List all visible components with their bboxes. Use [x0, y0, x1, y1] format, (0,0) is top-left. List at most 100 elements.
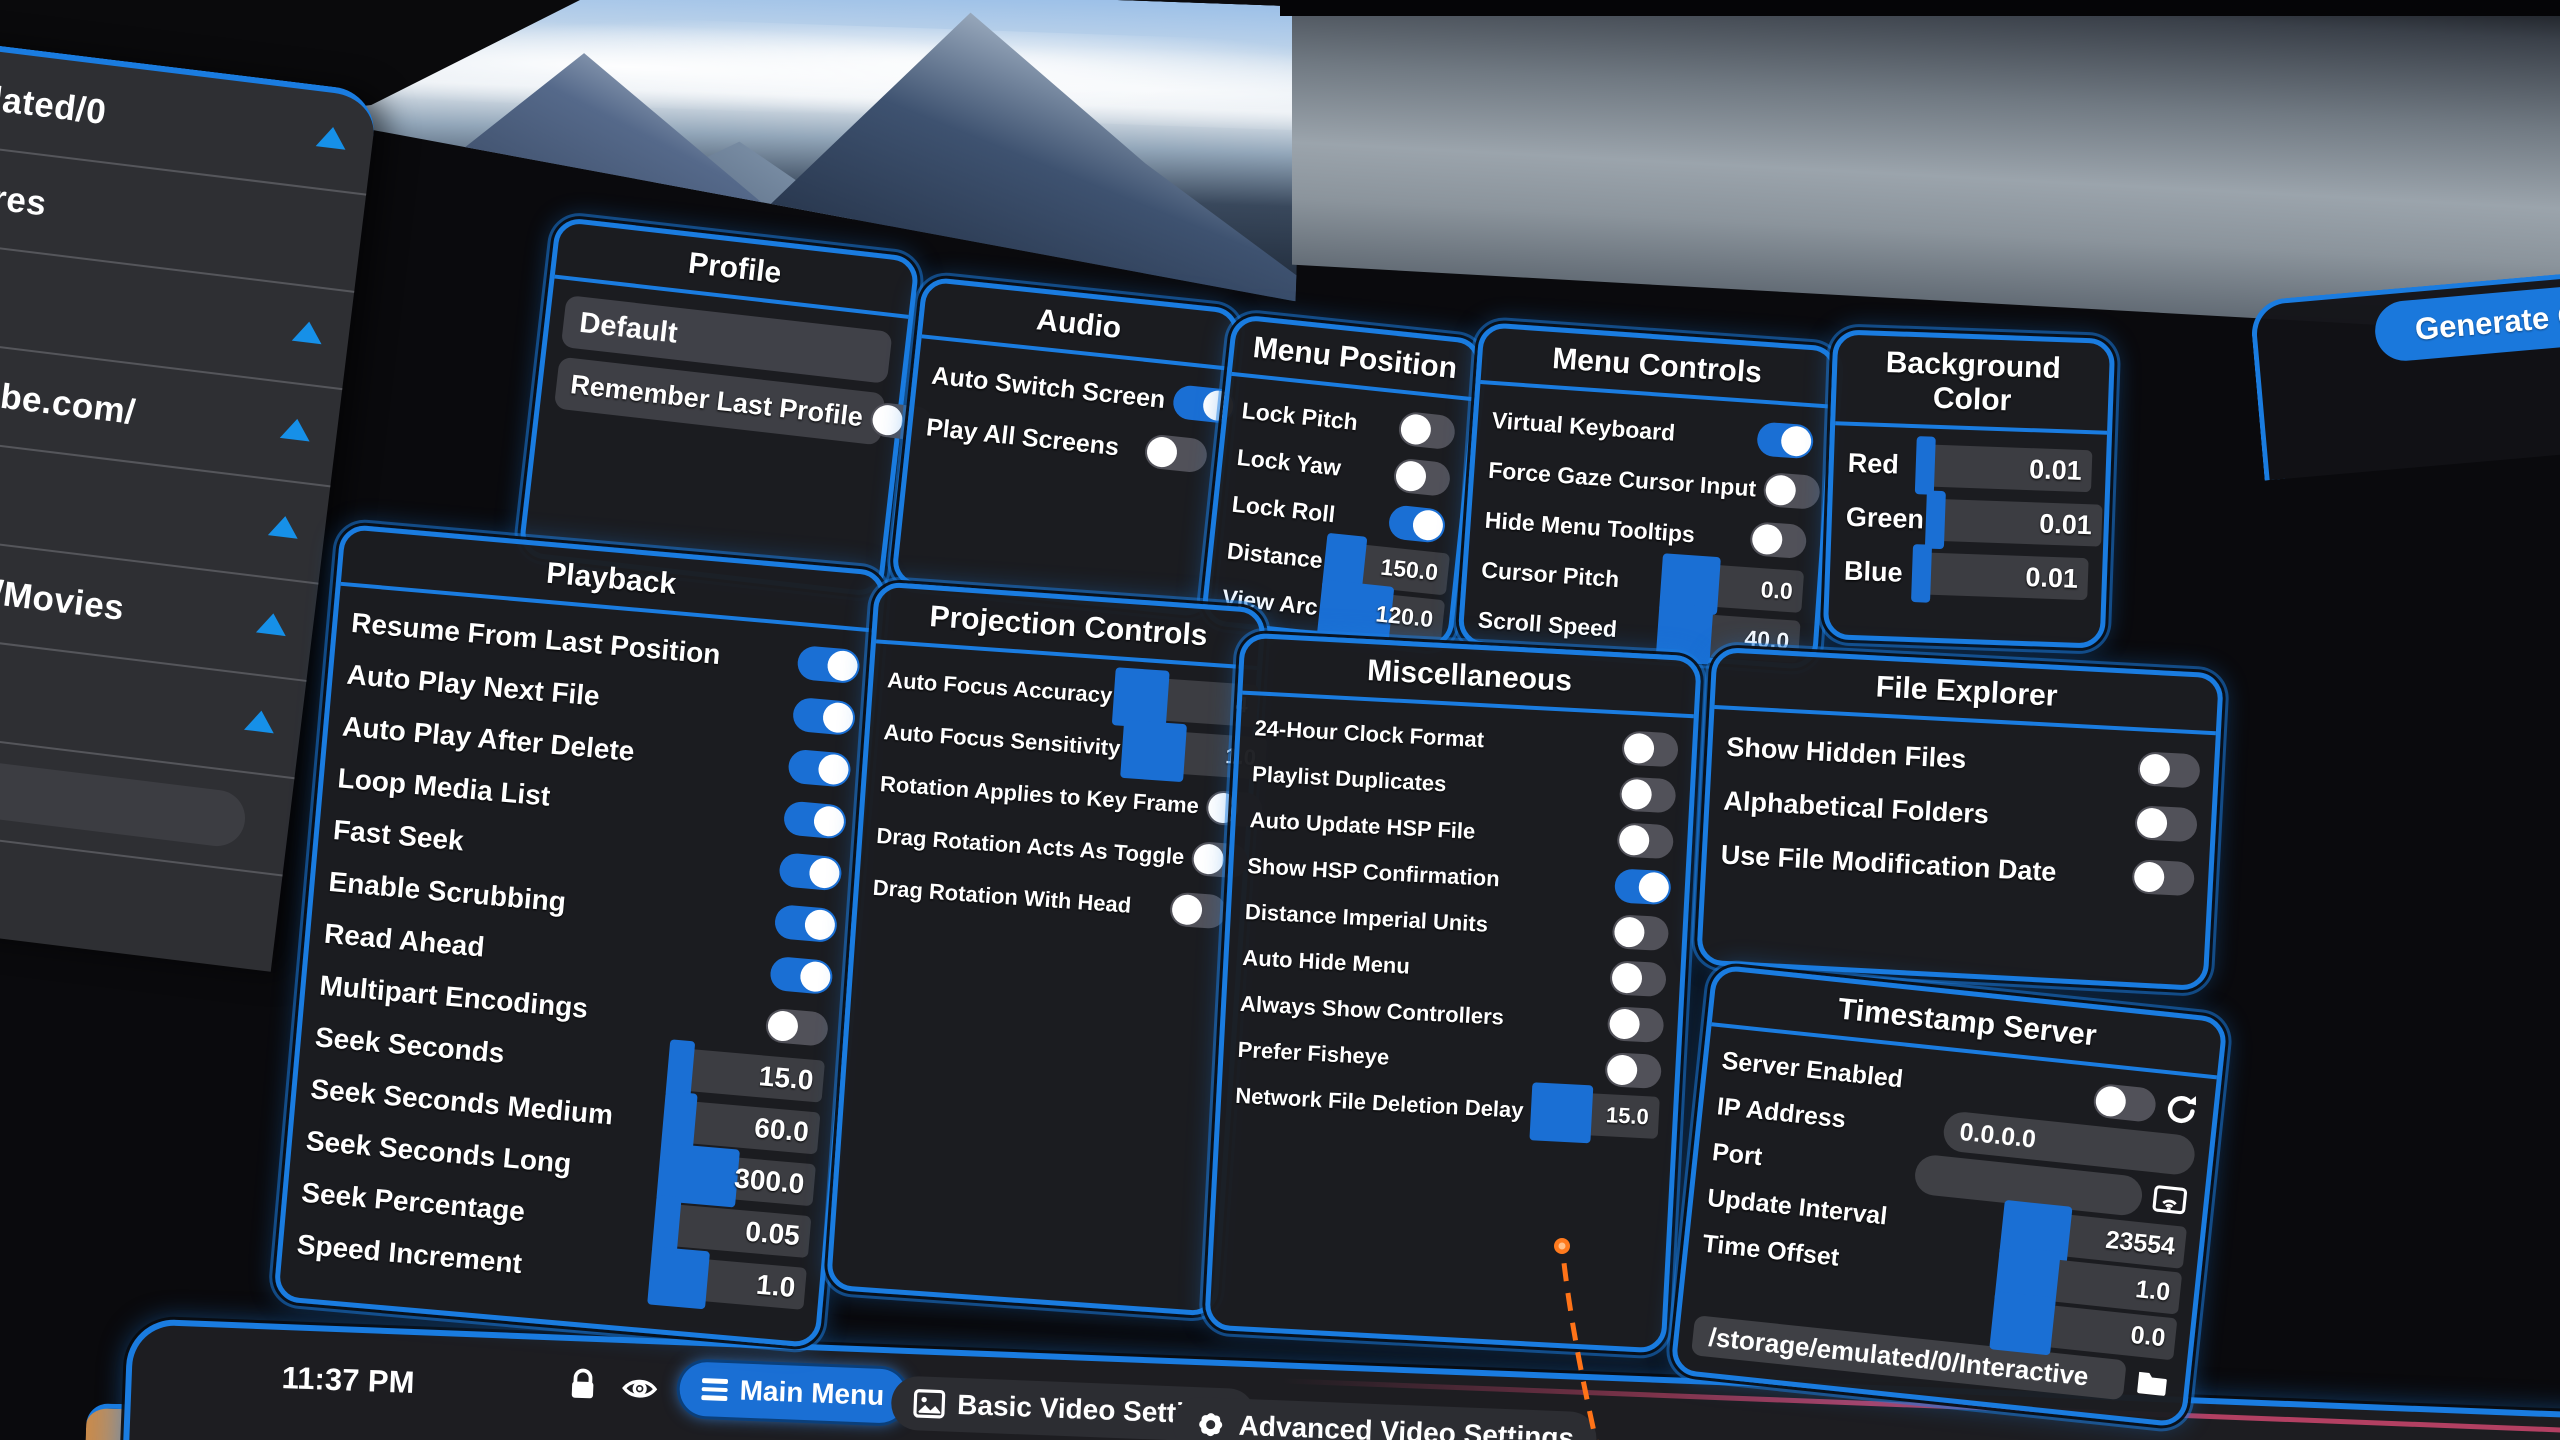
toggle-knob: [1765, 474, 1797, 506]
slider-value: 150.0: [1379, 554, 1439, 587]
slider-fill: [647, 1246, 710, 1309]
panel-file-explorer: File Explorer Show Hidden FilesAlphabeti…: [1696, 647, 2224, 991]
auto-update-hsp-file-toggle[interactable]: [1616, 822, 1674, 859]
toggle-knob: [1399, 412, 1432, 445]
main-menu-button[interactable]: Main Menu: [679, 1361, 908, 1424]
row-green: Green0.01: [1845, 490, 2091, 552]
toggle-knob: [1614, 916, 1646, 948]
collapse-triangle-icon[interactable]: [280, 417, 312, 441]
toggle-knob: [1412, 508, 1445, 541]
slider-fill: [1911, 544, 1932, 603]
row-label: Use File Modification Date: [1720, 839, 2125, 891]
slider-fill: [665, 1039, 695, 1099]
toggle-knob: [2139, 753, 2171, 785]
collapse-triangle-icon[interactable]: [316, 125, 348, 149]
hide-menu-tooltips-toggle[interactable]: [1749, 521, 1807, 559]
play-all-screens-toggle[interactable]: [1143, 433, 1208, 473]
toggle-knob: [1623, 733, 1655, 765]
blue-slider[interactable]: 0.01: [1917, 552, 2088, 600]
resume-from-last-position-toggle[interactable]: [796, 645, 861, 684]
toggle-knob: [808, 857, 841, 890]
slider-fill: [1925, 491, 1946, 550]
toggle-knob: [1609, 1008, 1641, 1040]
show-hsp-confirmation-toggle[interactable]: [1614, 868, 1672, 905]
use-file-modification-date-toggle[interactable]: [2131, 859, 2195, 896]
green-slider[interactable]: 0.01: [1931, 499, 2102, 547]
collapse-triangle-icon[interactable]: [244, 709, 276, 733]
row-label: Drag Rotation With Head: [872, 875, 1163, 921]
red-slider[interactable]: 0.01: [1921, 444, 2092, 492]
network-file-deletion-delay-slider[interactable]: 15.0: [1536, 1091, 1660, 1139]
collapse-triangle-icon[interactable]: [292, 320, 324, 344]
row-label: Distance: [1226, 537, 1324, 574]
top-black-strip: [1280, 0, 2560, 16]
prefer-fisheye-toggle[interactable]: [1604, 1052, 1662, 1089]
auto-hide-menu-toggle[interactable]: [1609, 960, 1667, 997]
enable-scrubbing-toggle[interactable]: [774, 904, 839, 943]
panel-timestamp-server: Timestamp Server Server EnabledIP Addres…: [1670, 964, 2228, 1428]
always-show-controllers-toggle[interactable]: [1607, 1006, 1665, 1043]
virtual-keyboard-toggle[interactable]: [1756, 422, 1814, 460]
toggle-knob: [1193, 843, 1225, 875]
toggle-knob: [1638, 872, 1670, 904]
toggle-knob: [826, 650, 859, 683]
lock-pitch-toggle[interactable]: [1397, 410, 1456, 450]
vr-settings-screen: mulated/0Sharesyoutube.com/lated/0/Movie…: [0, 0, 2560, 1440]
cast-icon[interactable]: [2148, 1181, 2191, 1219]
toggle-knob: [2133, 861, 2165, 893]
row-label: Auto Focus Sensitivity: [883, 719, 1121, 761]
row-label: Scroll Speed: [1477, 606, 1656, 645]
collapse-triangle-icon[interactable]: [256, 612, 288, 636]
row-label: Cursor Pitch: [1481, 556, 1660, 595]
slider-value: 1.0: [2134, 1275, 2172, 1307]
fast-seek-toggle[interactable]: [778, 852, 843, 891]
force-gaze-cursor-input-toggle[interactable]: [1763, 472, 1821, 510]
toggle-knob: [817, 753, 850, 786]
auto-play-after-delete-toggle[interactable]: [787, 749, 852, 788]
view-arc-slider[interactable]: 120.0: [1323, 588, 1445, 642]
row-label: Network File Deletion Delay: [1235, 1083, 1530, 1124]
row-label: Red: [1847, 447, 1914, 480]
refresh-icon[interactable]: [2162, 1089, 2202, 1129]
distance-imperial-units-toggle[interactable]: [1612, 914, 1670, 951]
panel-background-color: Background Color Red0.01Green0.01Blue0.0…: [1823, 329, 2116, 649]
panel-miscellaneous: Miscellaneous 24-Hour Clock FormatPlayli…: [1204, 632, 1702, 1353]
toggle-knob: [1621, 779, 1653, 811]
alphabetical-folders-toggle[interactable]: [2134, 805, 2198, 842]
collapse-triangle-icon[interactable]: [268, 514, 300, 538]
advanced-video-settings-button[interactable]: Advanced Video Settings: [1172, 1396, 1597, 1440]
speed-increment-slider[interactable]: 1.0: [654, 1255, 807, 1310]
panel-menu-position: Menu Position Lock PitchLock YawLock Rol…: [1200, 314, 1483, 651]
folder-icon[interactable]: [2131, 1364, 2172, 1402]
show-hidden-files-toggle[interactable]: [2137, 751, 2201, 788]
slider-fill: [1120, 720, 1187, 782]
slider-value: 0.01: [2029, 454, 2083, 487]
row-label: Lock Pitch: [1240, 397, 1392, 440]
slider-value: 0.01: [2039, 508, 2093, 541]
toggle-knob: [2094, 1085, 2127, 1118]
lock-roll-toggle[interactable]: [1387, 504, 1446, 544]
slider-fill: [1989, 1291, 2056, 1355]
playlist-duplicates-toggle[interactable]: [1619, 776, 1677, 813]
loop-media-list-toggle[interactable]: [783, 800, 848, 839]
lock-icon[interactable]: [567, 1367, 598, 1404]
seek-seconds-long-slider[interactable]: 300.0: [663, 1151, 816, 1206]
server-enabled-toggle[interactable]: [2092, 1083, 2157, 1123]
lock-yaw-toggle[interactable]: [1392, 457, 1451, 497]
panel-title: Background Color: [1835, 334, 2110, 434]
24-hour-clock-format-toggle[interactable]: [1621, 731, 1679, 768]
slider-value: 0.05: [744, 1216, 801, 1253]
sidebar-row-label: mulated/0: [0, 73, 108, 133]
row-label: [1698, 1289, 1990, 1320]
panel-projection-controls: Projection Controls Auto Focus Accuracy4…: [826, 581, 1267, 1317]
row-red: Red 0.01: [1847, 436, 2093, 498]
eye-icon[interactable]: [621, 1375, 658, 1402]
drag-rotation-with-head-toggle[interactable]: [1169, 892, 1227, 930]
main-menu-label: Main Menu: [739, 1375, 885, 1413]
multipart-encodings-toggle[interactable]: [765, 1008, 830, 1047]
row-label: Auto Focus Accuracy: [886, 667, 1113, 709]
toggle-knob: [1395, 459, 1428, 492]
read-ahead-toggle[interactable]: [769, 956, 834, 995]
auto-play-next-file-toggle[interactable]: [792, 697, 857, 736]
advanced-video-settings-label: Advanced Video Settings: [1238, 1410, 1575, 1440]
